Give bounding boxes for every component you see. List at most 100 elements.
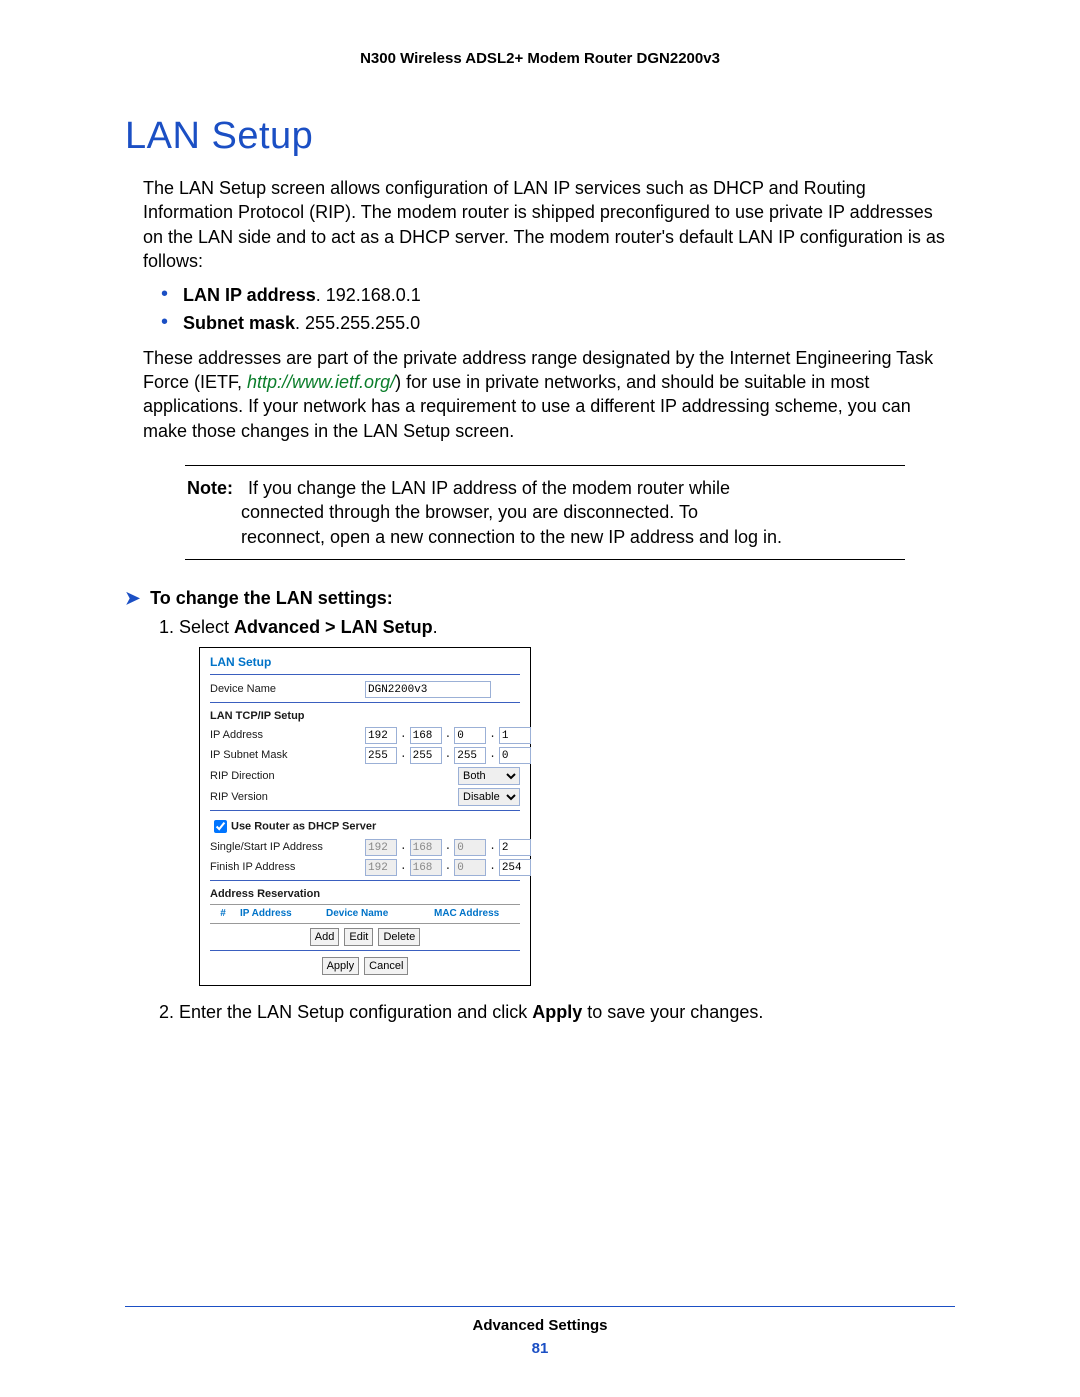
sm-o2[interactable]	[410, 747, 442, 764]
dot-icon: .	[400, 728, 407, 743]
device-name-row: Device Name	[210, 681, 520, 698]
start-o1	[365, 839, 397, 856]
sm-o3[interactable]	[454, 747, 486, 764]
tcpip-heading: LAN TCP/IP Setup	[210, 709, 520, 724]
ietf-link[interactable]: http://www.ietf.org/	[247, 372, 395, 392]
delete-button[interactable]: Delete	[378, 928, 420, 946]
note-label: Note:	[187, 478, 233, 498]
panel-rule-2	[210, 702, 520, 703]
edit-button[interactable]: Edit	[344, 928, 373, 946]
start-o4[interactable]	[499, 839, 531, 856]
procedure-steps: Select Advanced > LAN Setup. LAN Setup D…	[161, 615, 955, 1024]
doc-header: N300 Wireless ADSL2+ Modem Router DGN220…	[125, 50, 955, 67]
subnet-mask-label: IP Subnet Mask	[210, 748, 365, 763]
start-ip-row: Single/Start IP Address . . .	[210, 839, 520, 856]
note-line3: reconnect, open a new connection to the …	[241, 525, 903, 549]
ar-col-mac: MAC Address	[430, 905, 520, 923]
ietf-paragraph: These addresses are part of the private …	[143, 346, 955, 443]
step-2: Enter the LAN Setup configuration and cl…	[179, 1000, 955, 1024]
finish-o1	[365, 859, 397, 876]
add-button[interactable]: Add	[310, 928, 340, 946]
step2-pre: Enter the LAN Setup configuration and cl…	[179, 1002, 532, 1022]
step1-path: Advanced > LAN Setup	[234, 617, 433, 637]
panel-rule-4	[210, 880, 520, 881]
ip-address-label: IP Address	[210, 728, 365, 743]
panel-title: LAN Setup	[210, 654, 520, 670]
dhcp-checkbox-row: Use Router as DHCP Server	[210, 817, 520, 836]
dot-icon: .	[445, 728, 452, 743]
subnet-row: IP Subnet Mask . . .	[210, 747, 520, 764]
rip-direction-row: RIP Direction Both	[210, 767, 520, 785]
finish-ip-label: Finish IP Address	[210, 860, 365, 875]
step1-pre: Select	[179, 617, 234, 637]
ip-o3[interactable]	[454, 727, 486, 744]
ip-o4[interactable]	[499, 727, 531, 744]
dot-icon: .	[400, 748, 407, 763]
ip-o1[interactable]	[365, 727, 397, 744]
footer-section-name: Advanced Settings	[0, 1317, 1080, 1334]
panel-rule-1	[210, 674, 520, 675]
note-line1: If you change the LAN IP address of the …	[238, 478, 730, 498]
step2-apply: Apply	[532, 1002, 582, 1022]
subnet-value: . 255.255.255.0	[295, 313, 420, 333]
ip-o2[interactable]	[410, 727, 442, 744]
ar-col-num: #	[210, 905, 236, 923]
dhcp-checkbox[interactable]	[214, 820, 227, 833]
panel-rule-3	[210, 810, 520, 811]
rip-version-label: RIP Version	[210, 790, 365, 805]
sm-o4[interactable]	[499, 747, 531, 764]
rip-version-select[interactable]: Disable	[458, 788, 520, 806]
rip-direction-label: RIP Direction	[210, 769, 365, 784]
ip-address-row: IP Address . . .	[210, 727, 520, 744]
finish-o3	[454, 859, 486, 876]
cancel-button[interactable]: Cancel	[364, 957, 408, 975]
address-reservation-header-row: # IP Address Device Name MAC Address	[210, 904, 520, 924]
device-name-input[interactable]	[365, 681, 491, 698]
lan-setup-panel: LAN Setup Device Name LAN TCP/IP Setup I…	[199, 647, 531, 985]
dhcp-checkbox-label[interactable]: Use Router as DHCP Server	[210, 817, 376, 836]
defaults-list: LAN IP address. 192.168.0.1 Subnet mask.…	[161, 283, 955, 336]
dot-icon: .	[489, 728, 496, 743]
step-1: Select Advanced > LAN Setup. LAN Setup D…	[179, 615, 955, 986]
chevron-right-icon: ➤	[125, 588, 140, 608]
dot-icon: .	[400, 840, 407, 855]
dot-icon: .	[489, 860, 496, 875]
dhcp-checkbox-text: Use Router as DHCP Server	[231, 821, 376, 833]
address-reservation-heading: Address Reservation	[210, 887, 520, 902]
step2-post: to save your changes.	[582, 1002, 763, 1022]
ar-col-ip: IP Address	[236, 905, 322, 923]
lan-ip-label: LAN IP address	[183, 285, 316, 305]
step1-post: .	[433, 617, 438, 637]
sm-o1[interactable]	[365, 747, 397, 764]
finish-o4[interactable]	[499, 859, 531, 876]
start-ip-label: Single/Start IP Address	[210, 840, 365, 855]
default-lan-ip: LAN IP address. 192.168.0.1	[161, 283, 955, 307]
dot-icon: .	[445, 860, 452, 875]
subnet-label: Subnet mask	[183, 313, 295, 333]
panel-rule-5	[210, 950, 520, 951]
rip-version-row: RIP Version Disable	[210, 788, 520, 806]
note-block: Note: If you change the LAN IP address o…	[185, 465, 905, 560]
note-line2: connected through the browser, you are d…	[241, 500, 903, 524]
procedure-heading: ➤ To change the LAN settings:	[125, 588, 955, 609]
section-title: LAN Setup	[125, 115, 955, 158]
device-name-label: Device Name	[210, 682, 365, 697]
start-o2	[410, 839, 442, 856]
dot-icon: .	[489, 840, 496, 855]
apply-button[interactable]: Apply	[322, 957, 360, 975]
lan-ip-value: . 192.168.0.1	[316, 285, 421, 305]
ar-col-device: Device Name	[322, 905, 430, 923]
apply-button-row: Apply Cancel	[210, 957, 520, 975]
rip-direction-select[interactable]: Both	[458, 767, 520, 785]
dot-icon: .	[445, 748, 452, 763]
footer-page-number: 81	[0, 1340, 1080, 1357]
default-subnet: Subnet mask. 255.255.255.0	[161, 311, 955, 335]
page-footer: Advanced Settings 81	[0, 1306, 1080, 1357]
start-o3	[454, 839, 486, 856]
intro-paragraph: The LAN Setup screen allows configuratio…	[143, 176, 955, 273]
ar-button-row: Add Edit Delete	[210, 928, 520, 946]
finish-o2	[410, 859, 442, 876]
note-line1-text: If you change the LAN IP address of the …	[248, 478, 730, 498]
footer-rule	[125, 1306, 955, 1307]
procedure-heading-text: To change the LAN settings:	[150, 588, 393, 608]
